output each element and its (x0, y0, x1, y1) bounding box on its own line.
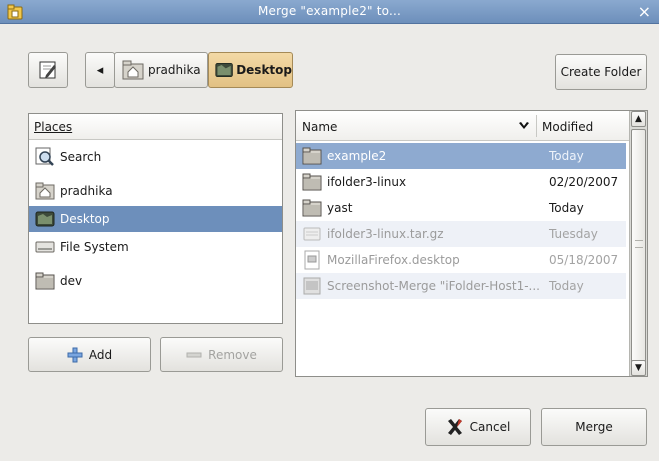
folder-icon (302, 172, 322, 192)
desktop-icon (35, 209, 55, 229)
places-item-file-system[interactable]: File System (29, 234, 282, 260)
path-back-button[interactable]: ◂ (85, 52, 115, 88)
scroll-thumb[interactable] (631, 129, 646, 364)
file-name: MozillaFirefox.desktop (327, 253, 460, 267)
merge-button[interactable]: Merge (541, 408, 647, 446)
places-header[interactable]: Places (29, 114, 282, 140)
places-item-label: File System (60, 240, 129, 254)
places-item-label: dev (60, 274, 83, 288)
file-row[interactable]: Screenshot-Merge "iFolder-Host1-... Today (296, 273, 626, 299)
title-bar[interactable]: Merge "example2" to... × (0, 0, 659, 24)
folder-icon (302, 146, 322, 166)
file-name: example2 (327, 149, 387, 163)
folder-icon (35, 271, 55, 291)
file-row[interactable]: ifolder3-linux 02/20/2007 (296, 169, 626, 195)
cancel-label: Cancel (469, 420, 511, 434)
files-header: Name Modified (296, 111, 629, 141)
file-modified: 05/18/2007 (549, 253, 619, 267)
places-item-label: Search (60, 150, 102, 164)
pencil-document-icon (39, 61, 56, 79)
file-name: ifolder3-linux (327, 175, 407, 189)
search-icon (35, 147, 55, 167)
scroll-grip-icon (635, 240, 643, 248)
files-pane[interactable]: Name Modified example2 Today ifolder3-linu… (295, 110, 648, 377)
home-folder-icon (35, 181, 55, 201)
path-button-desktop[interactable]: Desktop (208, 52, 293, 88)
path-label-desktop: Desktop (236, 63, 292, 77)
home-folder-icon (122, 60, 144, 80)
column-divider[interactable] (536, 115, 537, 137)
sort-descending-icon[interactable] (518, 121, 530, 131)
chevron-left-icon: ◂ (96, 62, 104, 78)
file-row[interactable]: MozillaFirefox.desktop 05/18/2007 (296, 247, 626, 273)
plus-icon (67, 347, 83, 362)
file-name: yast (327, 201, 353, 215)
places-item-search[interactable]: Search (29, 144, 282, 170)
file-modified: 02/20/2007 (549, 175, 619, 189)
drive-icon (35, 237, 55, 257)
places-header-label: Places (34, 120, 73, 134)
add-bookmark-button[interactable]: Add (28, 337, 151, 372)
scroll-up-icon[interactable]: ▲ (631, 111, 646, 127)
file-name: Screenshot-Merge "iFolder-Host1-... (327, 279, 540, 293)
cancel-button[interactable]: Cancel (425, 408, 531, 446)
places-item-label: pradhika (60, 184, 113, 198)
places-item-label: Desktop (60, 212, 110, 226)
column-modified-header[interactable]: Modified (542, 120, 593, 134)
path-button-pradhika[interactable]: pradhika (114, 52, 208, 88)
places-item-pradhika[interactable]: pradhika (29, 178, 282, 204)
folder-icon (302, 198, 322, 218)
create-folder-label: Create Folder (560, 65, 642, 79)
places-pane[interactable]: Places Search pradhika Desktop File System d… (28, 113, 283, 324)
add-bookmark-label: Add (88, 347, 113, 362)
close-icon[interactable]: × (638, 2, 651, 21)
remove-bookmark-label: Remove (208, 347, 257, 362)
file-row[interactable]: example2 Today (296, 143, 626, 169)
remove-bookmark-button[interactable]: Remove (160, 337, 283, 372)
minus-icon (186, 352, 202, 357)
file-name: ifolder3-linux.tar.gz (327, 227, 444, 241)
file-modified: Today (549, 149, 584, 163)
column-name-header[interactable]: Name (302, 120, 337, 134)
create-folder-button[interactable]: Create Folder (555, 54, 647, 90)
desktop-icon (215, 62, 233, 78)
file-row[interactable]: yast Today (296, 195, 626, 221)
scroll-down-icon[interactable]: ▼ (631, 360, 646, 376)
files-scrollbar[interactable]: ▲ ▼ (629, 111, 647, 376)
window-title: Merge "example2" to... (257, 4, 402, 18)
edit-location-button[interactable] (28, 52, 68, 88)
file-modified: Tuesday (549, 227, 598, 241)
path-label-pradhika: pradhika (148, 63, 201, 77)
file-modified: Today (549, 201, 584, 215)
desktop-file-icon (302, 250, 322, 270)
places-item-desktop[interactable]: Desktop (29, 206, 282, 232)
image-file-icon (302, 276, 322, 296)
file-modified: Today (549, 279, 584, 293)
archive-icon (302, 224, 322, 244)
merge-label: Merge (575, 420, 613, 434)
cancel-x-icon (447, 419, 462, 435)
places-item-dev[interactable]: dev (29, 268, 282, 294)
file-row[interactable]: ifolder3-linux.tar.gz Tuesday (296, 221, 626, 247)
